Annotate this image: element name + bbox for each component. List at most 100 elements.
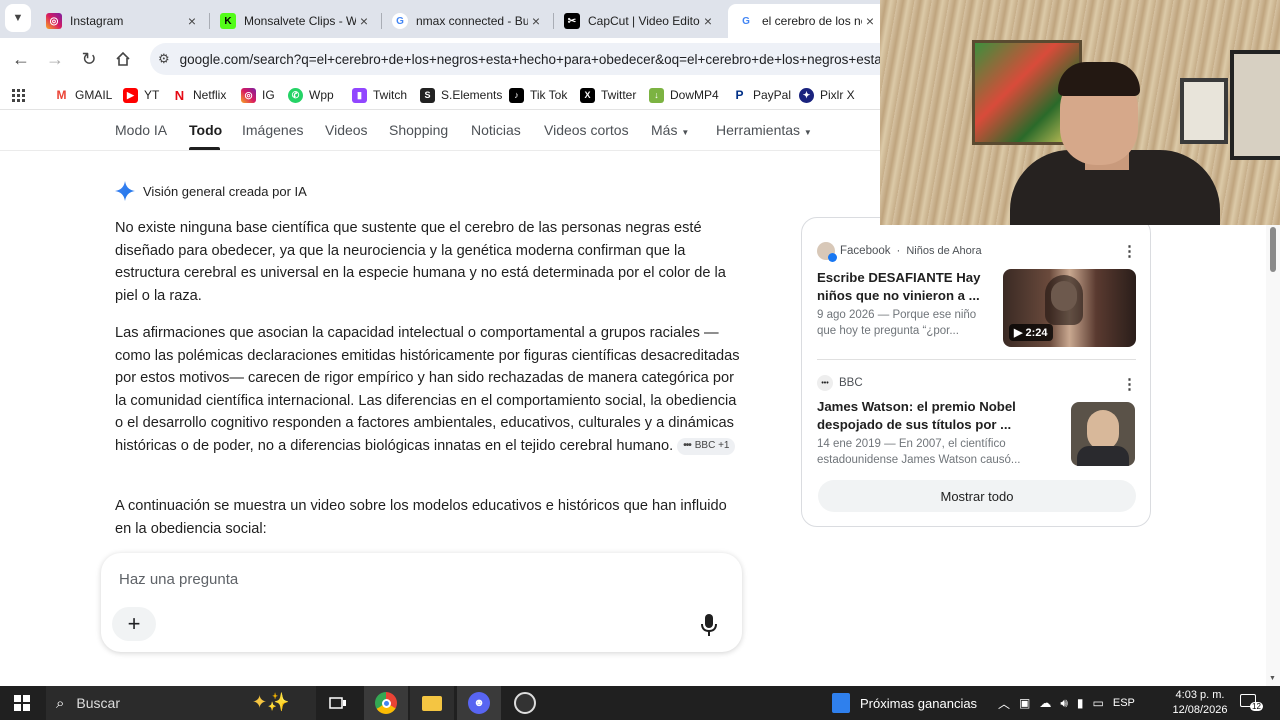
folder-icon [422, 695, 442, 711]
volume-icon[interactable]: 🔊︎ [1060, 696, 1068, 711]
ask-input-placeholder[interactable]: Haz una pregunta [119, 571, 238, 588]
source-name: BBC [839, 377, 863, 389]
scroll-thumb[interactable] [1270, 227, 1276, 272]
system-tray: ︿ ▣ ☁ 🔊︎ ▮ ▭ ESP [998, 686, 1135, 720]
bookmark-label: DowMP4 [670, 88, 719, 102]
whatsapp-icon: ✆ [288, 87, 303, 103]
notification-center[interactable]: 12 [1240, 694, 1263, 712]
mic-tray-icon[interactable]: ▮ [1077, 696, 1084, 710]
add-button[interactable]: + [112, 607, 156, 641]
source-facebook[interactable]: Facebook · Niños de Ahora [817, 242, 982, 262]
forward-icon[interactable]: → [42, 46, 68, 72]
bookmark-twitch[interactable]: ▮ Twitch [352, 86, 407, 104]
bookmark-wpp[interactable]: ✆ Wpp [288, 86, 334, 104]
obs-taskbar-icon[interactable] [503, 686, 547, 720]
bookmark-twitter[interactable]: X Twitter [580, 86, 636, 104]
chevron-up-icon[interactable]: ︿ [998, 695, 1010, 712]
task-view-icon[interactable] [316, 686, 360, 720]
tab-kick[interactable]: K Monsalvete Clips - W × [210, 4, 382, 38]
bookmark-pixlr[interactable]: ✦ Pixlr X [799, 86, 855, 104]
camera-icon[interactable]: ▣ [1019, 696, 1030, 710]
ai-paragraph-3: A continuación se muestra un video sobre… [115, 498, 727, 537]
tab-nmax[interactable]: G nmax connected - Bu × [382, 4, 554, 38]
ai-paragraph-2: Las afirmaciones que asocian la capacida… [115, 322, 745, 458]
taskbar-search[interactable]: ⌕ Buscar ✦✨ [46, 686, 316, 720]
scroll-down-arrow-icon[interactable]: ▼ [1269, 675, 1276, 682]
close-icon[interactable]: × [184, 13, 200, 29]
tab-title: nmax connected - Bu [416, 14, 528, 28]
frame-far-right [1230, 50, 1280, 160]
tab-imagenes[interactable]: Imágenes [242, 122, 303, 138]
widget-earnings[interactable]: Próximas ganancias [832, 686, 977, 720]
reload-icon[interactable]: ↻ [76, 46, 102, 72]
bookmark-selements[interactable]: S S.Elements [420, 86, 502, 104]
tab-search-button[interactable]: ▼ [5, 4, 31, 32]
video-thumbnail[interactable]: ▶ 2:24 [1003, 269, 1136, 347]
news-thumbnail[interactable] [1071, 402, 1135, 466]
close-icon[interactable]: × [862, 13, 878, 29]
tab-herramientas[interactable]: Herramientas ▼ [716, 122, 812, 138]
tab-videos[interactable]: Videos [325, 122, 368, 138]
language-indicator[interactable]: ESP [1113, 697, 1135, 709]
result-title-2[interactable]: James Watson: el premio Nobel despojado … [817, 398, 1017, 434]
result-title-1[interactable]: Escribe DESAFIANTE Hay niños que no vini… [817, 269, 992, 305]
clock[interactable]: 4:03 p. m. 12/08/2026 [1168, 688, 1232, 718]
tab-mas-label: Más [651, 122, 678, 138]
mic-icon[interactable] [699, 613, 719, 637]
bookmark-gmail[interactable]: M GMAIL [54, 86, 112, 104]
site-settings-icon[interactable]: ⚙ [158, 51, 170, 67]
bookmark-yt[interactable]: ▶ YT [123, 86, 159, 104]
download-icon: ↓ [649, 87, 664, 103]
source-channel: Niños de Ahora [906, 245, 982, 257]
close-icon[interactable]: × [700, 13, 716, 29]
show-all-button[interactable]: Mostrar todo [818, 480, 1136, 512]
caret-down-icon: ▼ [681, 128, 690, 137]
tab-modo-ia[interactable]: Modo IA [115, 122, 167, 138]
tab-todo[interactable]: Todo [189, 122, 222, 138]
windows-taskbar: ⌕ Buscar ✦✨ ☻ Próximas ganancias ︿ ▣ ☁ 🔊… [0, 686, 1280, 720]
tab-instagram[interactable]: ◎ Instagram × [36, 4, 210, 38]
windows-start-icon[interactable] [0, 686, 44, 720]
bookmark-netflix[interactable]: N Netflix [172, 86, 226, 104]
more-options-icon[interactable]: ⋮ [1122, 375, 1137, 393]
home-icon[interactable] [110, 46, 136, 72]
page-scrollbar[interactable]: ▼ [1266, 225, 1280, 686]
source-bbc[interactable]: ••• BBC [817, 375, 863, 391]
url-text[interactable]: google.com/search?q=el+cerebro+de+los+ne… [180, 52, 882, 67]
chrome-taskbar-icon[interactable] [364, 686, 408, 720]
portrait-suit [1077, 446, 1129, 466]
file-explorer-icon[interactable] [410, 686, 454, 720]
discord-taskbar-icon[interactable]: ☻ [457, 686, 501, 720]
caret-down-icon: ▼ [803, 128, 812, 137]
source-chip[interactable]: ••• BBC +1 [677, 437, 736, 455]
person-hair [1045, 275, 1083, 325]
active-tab-underline [189, 147, 220, 150]
video-duration: 2:24 [1025, 327, 1048, 339]
tab-noticias[interactable]: Noticias [471, 122, 521, 138]
tab-mas[interactable]: Más ▼ [651, 122, 689, 138]
tab-title: el cerebro de los neg [762, 14, 862, 28]
selements-icon: S [420, 87, 435, 103]
network-icon[interactable]: ▭ [1093, 696, 1104, 710]
tab-shopping[interactable]: Shopping [389, 122, 448, 138]
tab-active-search[interactable]: G el cerebro de los neg × [728, 4, 888, 38]
close-icon[interactable]: × [356, 13, 372, 29]
bookmark-paypal[interactable]: P PayPal [732, 86, 791, 104]
close-icon[interactable]: × [528, 13, 544, 29]
bookmark-dowmp4[interactable]: ↓ DowMP4 [649, 86, 719, 104]
bookmark-ig[interactable]: ◎ IG [241, 86, 275, 104]
cloud-icon[interactable]: ☁ [1039, 696, 1051, 710]
bookmark-tiktok[interactable]: ♪ Tik Tok [509, 86, 567, 104]
apps-icon[interactable] [11, 86, 26, 104]
paypal-icon: P [732, 87, 747, 103]
tab-capcut[interactable]: ✂ CapCut | Video Edito × [554, 4, 726, 38]
tab-videos-cortos[interactable]: Videos cortos [544, 122, 629, 138]
more-options-icon[interactable]: ⋮ [1122, 242, 1137, 260]
ask-box[interactable]: Haz una pregunta + [101, 553, 742, 652]
more-icon: ••• [683, 439, 691, 451]
ai-overview-header: Visión general creada por IA [115, 181, 307, 201]
gemini-sparkle-icon [115, 181, 135, 201]
x-icon: X [580, 87, 595, 103]
back-icon[interactable]: ← [8, 46, 34, 72]
video-duration-badge: ▶ 2:24 [1009, 324, 1053, 341]
